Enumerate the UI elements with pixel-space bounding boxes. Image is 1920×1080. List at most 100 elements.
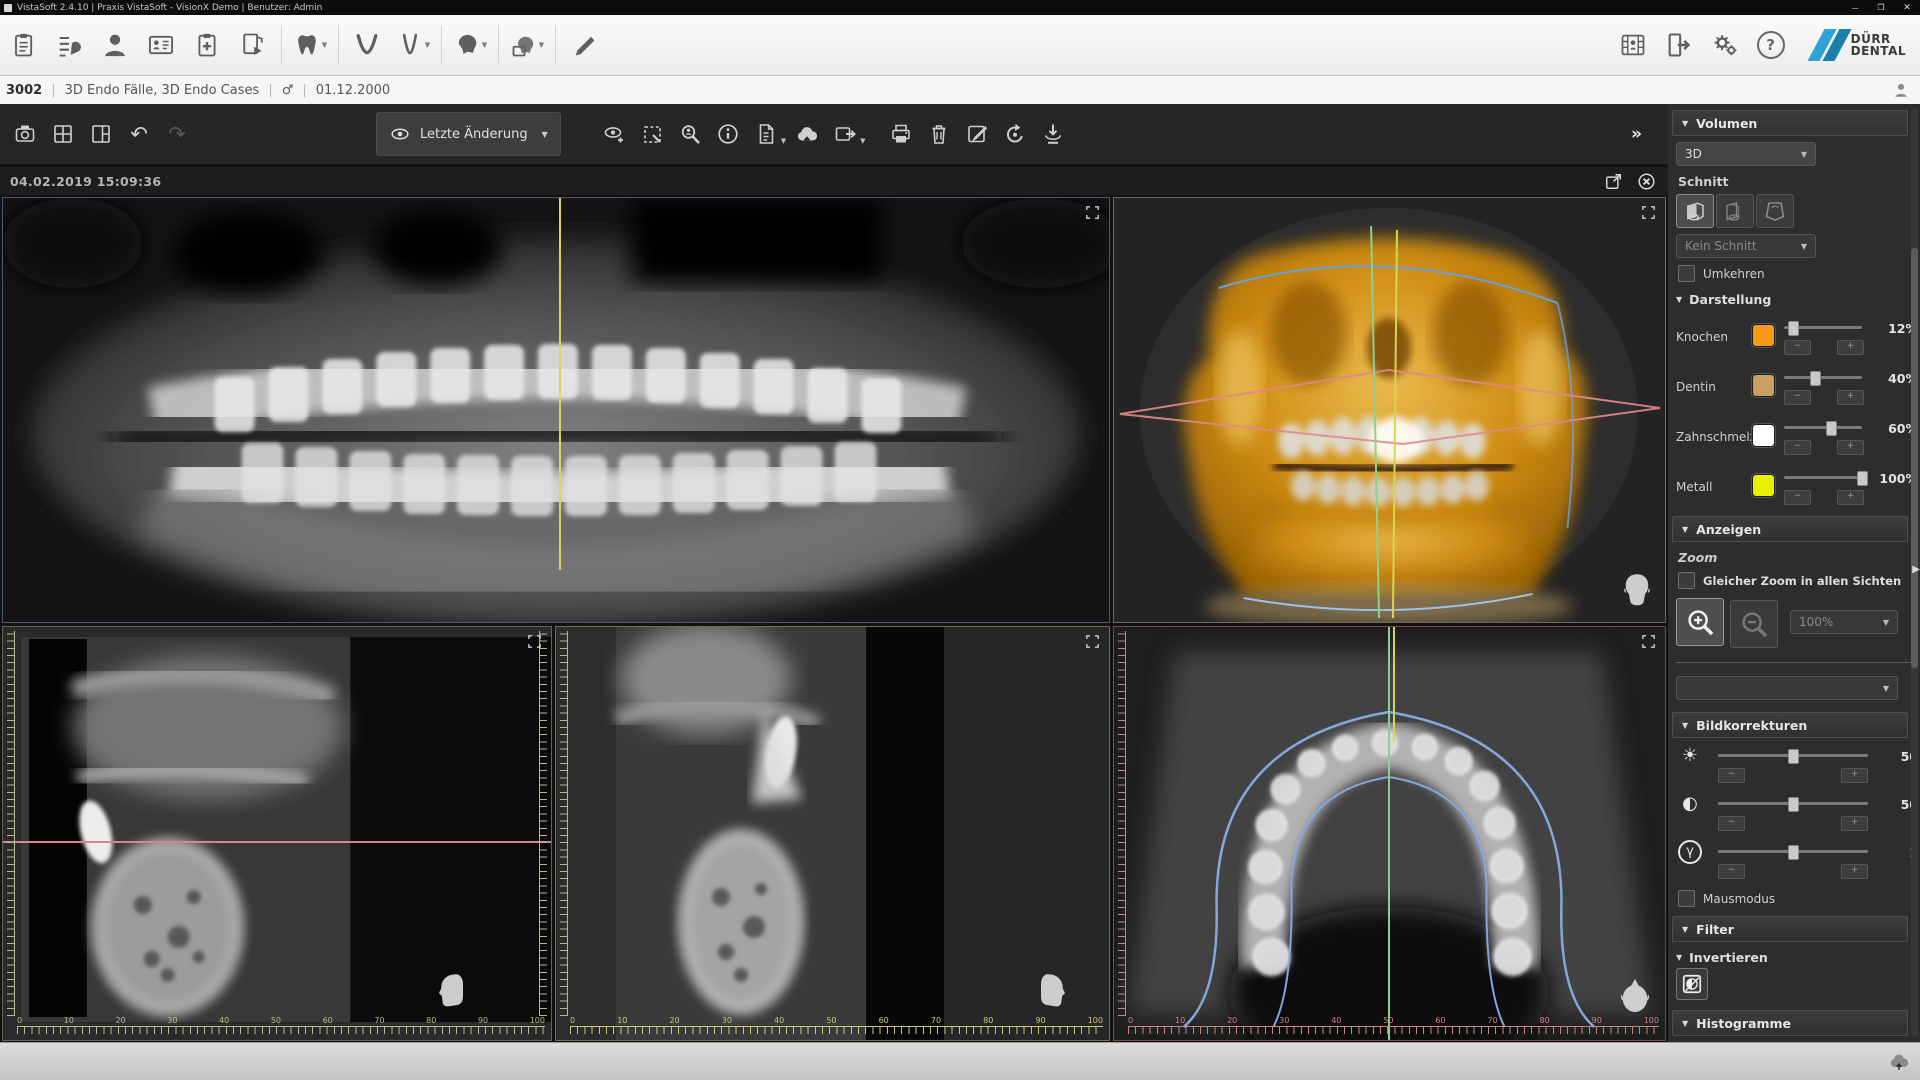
- volume-3d-rendering[interactable]: [1114, 198, 1665, 622]
- rotate-button[interactable]: [996, 113, 1034, 155]
- color-swatch[interactable]: [1752, 324, 1775, 347]
- acquire-image-button[interactable]: [6, 113, 44, 155]
- checkbox-box[interactable]: [1678, 572, 1695, 589]
- fullscreen-icon[interactable]: [1640, 204, 1657, 221]
- volume-mode-dropdown[interactable]: 3D ▼: [1676, 142, 1816, 166]
- layout-split-button[interactable]: [82, 113, 120, 155]
- media-gallery-button[interactable]: [1611, 21, 1655, 69]
- umkehren-checkbox[interactable]: Umkehren: [1678, 265, 1765, 282]
- decrease-button[interactable]: −: [1784, 490, 1811, 505]
- jaw-arch-button[interactable]: [345, 21, 389, 69]
- mausmodus-checkbox[interactable]: Mausmodus: [1678, 890, 1775, 907]
- fullscreen-icon[interactable]: [1084, 633, 1101, 650]
- status-notification-icon[interactable]: [1888, 1050, 1910, 1072]
- find-button[interactable]: [671, 113, 709, 155]
- decrease-button[interactable]: −: [1784, 390, 1811, 405]
- decrease-button[interactable]: −: [1784, 440, 1811, 455]
- increase-button[interactable]: +: [1841, 768, 1868, 783]
- patient-card-button[interactable]: [139, 21, 183, 69]
- slider-thumb[interactable]: [1788, 749, 1799, 764]
- viewport-axial[interactable]: 0102030405060708090100: [1113, 626, 1666, 1041]
- fullscreen-icon[interactable]: [1084, 204, 1101, 221]
- increase-button[interactable]: +: [1837, 440, 1864, 455]
- worklist-button[interactable]: [1, 21, 45, 69]
- slider-thumb[interactable]: [1788, 321, 1799, 336]
- show-annotations-button[interactable]: [595, 113, 633, 155]
- info-button[interactable]: [709, 113, 747, 155]
- fullscreen-icon[interactable]: [526, 633, 543, 650]
- increase-button[interactable]: +: [1837, 340, 1864, 355]
- last-change-dropdown[interactable]: Letzte Änderung ▼: [376, 112, 561, 156]
- patient-name[interactable]: 3D Endo Fälle, 3D Endo Cases: [65, 83, 260, 98]
- job-list-button[interactable]: [47, 21, 91, 69]
- slider-thumb[interactable]: [1788, 845, 1799, 860]
- ceph-jaw-button[interactable]: ▼: [505, 21, 549, 69]
- settings-button[interactable]: [1703, 21, 1747, 69]
- opacity-slider[interactable]: [1784, 326, 1862, 329]
- report-button[interactable]: [747, 113, 785, 155]
- slice-mode-half-button[interactable]: [1716, 194, 1754, 228]
- viewport-3d-volume[interactable]: [1113, 197, 1666, 623]
- layout-grid-button[interactable]: [44, 113, 82, 155]
- select-region-button[interactable]: [633, 113, 671, 155]
- coronal-slice-image[interactable]: [556, 627, 1109, 1040]
- toolbar-overflow-button[interactable]: »: [1631, 124, 1642, 144]
- fullscreen-icon[interactable]: [1640, 633, 1657, 650]
- minimize-button[interactable]: [1842, 3, 1868, 13]
- opacity-slider[interactable]: [1784, 476, 1862, 479]
- opacity-slider[interactable]: [1784, 376, 1862, 379]
- same-zoom-checkbox[interactable]: Gleicher Zoom in allen Sichten: [1678, 572, 1901, 589]
- skull-region-button[interactable]: ▼: [448, 21, 492, 69]
- slice-mode-front-button[interactable]: [1676, 194, 1714, 228]
- zoom-percent-dropdown[interactable]: 100% ▼: [1790, 610, 1898, 634]
- checkbox-box[interactable]: [1678, 890, 1695, 907]
- layout-dropdown-disabled[interactable]: ▼: [1676, 676, 1898, 700]
- jaw-arch-narrow-button[interactable]: ▼: [391, 21, 435, 69]
- gamma-slider[interactable]: [1718, 850, 1868, 853]
- external-link-icon[interactable]: [1604, 172, 1623, 191]
- maximize-button[interactable]: [1868, 3, 1894, 13]
- section-header-darstellung[interactable]: ▼ Darstellung: [1676, 292, 1771, 307]
- logout-button[interactable]: [1657, 21, 1701, 69]
- color-swatch[interactable]: [1752, 424, 1775, 447]
- color-swatch[interactable]: [1752, 374, 1775, 397]
- invert-button[interactable]: [1676, 968, 1708, 1000]
- section-header-bildkorrekturen[interactable]: ▼ Bildkorrekturen: [1672, 712, 1908, 738]
- redo-button[interactable]: ↷: [158, 113, 196, 155]
- contrast-slider[interactable]: [1718, 802, 1868, 805]
- new-order-button[interactable]: [185, 21, 229, 69]
- print-button[interactable]: [882, 113, 920, 155]
- decrease-button[interactable]: −: [1784, 340, 1811, 355]
- brightness-slider[interactable]: [1718, 754, 1868, 757]
- cloud-upload-button[interactable]: [788, 113, 826, 155]
- scrollbar-thumb[interactable]: [1911, 248, 1918, 668]
- export-view-button[interactable]: [826, 113, 864, 155]
- schnitt-dropdown[interactable]: Kein Schnitt ▼: [1676, 234, 1816, 258]
- increase-button[interactable]: +: [1837, 390, 1864, 405]
- close-button[interactable]: [1894, 3, 1920, 13]
- zoom-in-button[interactable]: [1676, 598, 1724, 646]
- undo-button[interactable]: ↶: [120, 113, 158, 155]
- panoramic-xray-image[interactable]: [3, 198, 1109, 622]
- viewport-panorama[interactable]: [2, 197, 1110, 623]
- slice-mode-clip-button[interactable]: [1756, 194, 1794, 228]
- decrease-button[interactable]: −: [1718, 768, 1745, 783]
- zoom-out-button[interactable]: [1730, 600, 1778, 648]
- decrease-button[interactable]: −: [1718, 864, 1745, 879]
- color-swatch[interactable]: [1752, 474, 1775, 497]
- slider-thumb[interactable]: [1857, 471, 1868, 486]
- data-exchange-button[interactable]: [231, 21, 275, 69]
- checkbox-box[interactable]: [1678, 265, 1695, 282]
- slider-thumb[interactable]: [1810, 371, 1821, 386]
- slider-thumb[interactable]: [1788, 797, 1799, 812]
- section-header-anzeigen[interactable]: ▼ Anzeigen: [1672, 516, 1908, 542]
- tooth-image-button[interactable]: ▼: [288, 21, 332, 69]
- viewport-sagittal[interactable]: 0102030405060708090100: [2, 626, 552, 1041]
- section-header-volumen[interactable]: ▼ Volumen: [1672, 110, 1908, 136]
- opacity-slider[interactable]: [1784, 426, 1862, 429]
- section-header-histogramme[interactable]: ▼ Histogramme: [1672, 1010, 1908, 1036]
- draw-pen-button[interactable]: [562, 21, 606, 69]
- decrease-button[interactable]: −: [1718, 816, 1745, 831]
- help-button[interactable]: ?: [1749, 21, 1793, 69]
- import-button[interactable]: [1034, 113, 1072, 155]
